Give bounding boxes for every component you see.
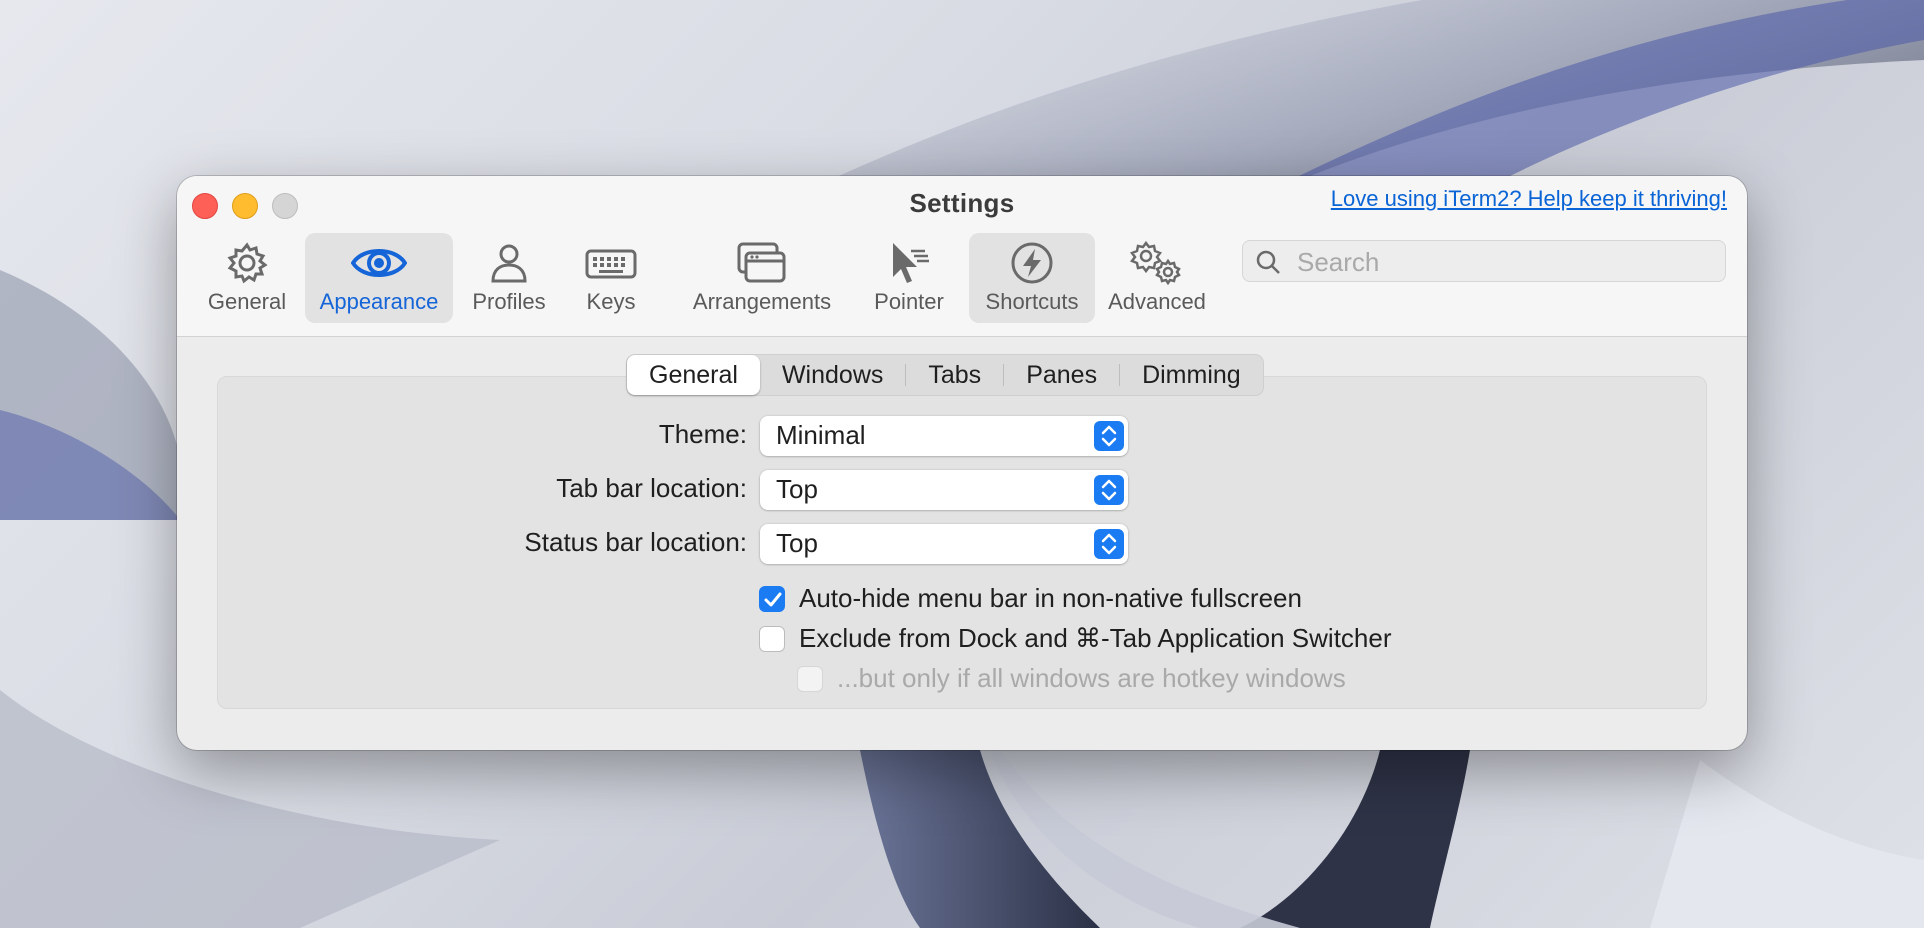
tab-bar-location-popup[interactable]: Top (760, 470, 1128, 510)
status-bar-location-value: Top (776, 528, 818, 558)
tab-windows[interactable]: Windows (760, 355, 905, 395)
hotkey-windows-checkbox (797, 665, 823, 692)
toolbar-advanced-label: Advanced (1108, 289, 1206, 314)
autohide-menubar-label: Auto-hide menu bar in non-native fullscr… (799, 583, 1302, 613)
toolbar-arrangements-label: Arrangements (692, 289, 832, 314)
exclude-dock-label: Exclude from Dock and ⌘-Tab Application … (799, 623, 1392, 653)
keyboard-icon (585, 241, 637, 285)
popup-stepper-icon (1094, 529, 1124, 559)
toolbar-pointer[interactable]: Pointer (859, 233, 959, 323)
tab-bar-location-label: Tab bar location: (556, 473, 747, 503)
search-field[interactable] (1242, 240, 1726, 282)
settings-window: Settings Love using iTerm2? Help keep it… (177, 176, 1747, 750)
windows-icon (736, 241, 788, 285)
theme-label: Theme: (658, 419, 747, 449)
status-bar-location-label: Status bar location: (524, 527, 747, 557)
checkmark-icon (764, 592, 782, 606)
toolbar-advanced[interactable]: Advanced (1103, 233, 1211, 323)
hotkey-windows-label: ...but only if all windows are hotkey wi… (837, 663, 1346, 693)
autohide-menubar-row[interactable]: Auto-hide menu bar in non-native fullscr… (759, 583, 1302, 614)
theme-value: Minimal (776, 420, 866, 450)
toolbar-area: Settings Love using iTerm2? Help keep it… (177, 176, 1747, 337)
popup-stepper-icon (1094, 421, 1124, 451)
status-bar-location-popup[interactable]: Top (760, 524, 1128, 564)
tab-dimming[interactable]: Dimming (1120, 355, 1263, 395)
bolt-icon (1010, 241, 1054, 285)
popup-stepper-icon (1094, 475, 1124, 505)
toolbar-shortcuts-label: Shortcuts (985, 289, 1079, 314)
toolbar-keys[interactable]: Keys (571, 233, 651, 323)
theme-popup[interactable]: Minimal (760, 416, 1128, 456)
exclude-dock-row[interactable]: Exclude from Dock and ⌘-Tab Application … (759, 623, 1392, 654)
toolbar-general-label: General (207, 289, 287, 314)
gear-icon (225, 241, 269, 285)
tab-general[interactable]: General (627, 355, 760, 395)
gears-icon (1130, 241, 1184, 285)
toolbar-pointer-label: Pointer (874, 289, 944, 314)
toolbar-general[interactable]: General (195, 233, 299, 323)
toolbar-appearance[interactable]: Appearance (305, 233, 453, 323)
tab-tabs[interactable]: Tabs (906, 355, 1003, 395)
toolbar-appearance-label: Appearance (319, 289, 439, 314)
tab-panes[interactable]: Panes (1004, 355, 1119, 395)
toolbar-profiles[interactable]: Profiles (459, 233, 559, 323)
autohide-menubar-checkbox[interactable] (759, 585, 785, 612)
search-input[interactable] (1295, 245, 1719, 279)
hotkey-windows-row: ...but only if all windows are hotkey wi… (797, 663, 1346, 694)
toolbar-arrangements[interactable]: Arrangements (687, 233, 837, 323)
eye-icon (351, 241, 407, 285)
toolbar-keys-label: Keys (586, 289, 636, 314)
appearance-tabs: General Windows Tabs Panes Dimming (626, 354, 1264, 396)
person-icon (487, 241, 531, 285)
exclude-dock-checkbox[interactable] (759, 625, 785, 652)
donate-link[interactable]: Love using iTerm2? Help keep it thriving… (1331, 186, 1727, 212)
search-icon (1256, 250, 1280, 274)
tab-bar-location-value: Top (776, 474, 818, 504)
pointer-icon (887, 241, 931, 285)
toolbar-profiles-label: Profiles (472, 289, 546, 314)
toolbar-shortcuts[interactable]: Shortcuts (969, 233, 1095, 323)
